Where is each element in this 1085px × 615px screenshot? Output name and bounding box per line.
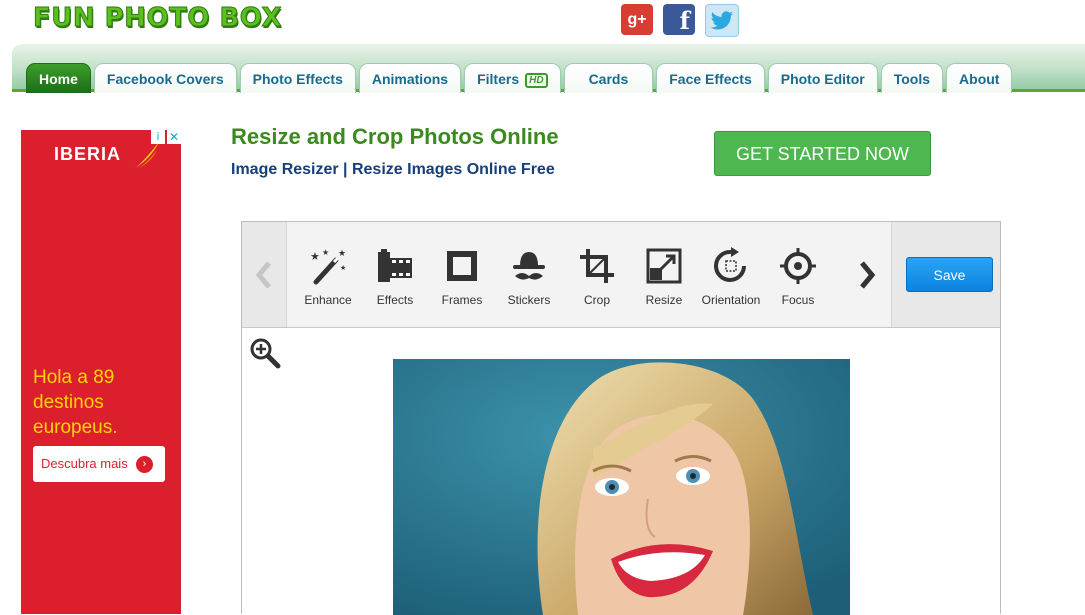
frame-icon [447, 251, 477, 281]
ad-close-icon[interactable]: ✕ [167, 130, 181, 144]
tool-strip: ★ ★ ★ ★ Enhance Effects Frames Stickers … [286, 222, 844, 327]
scroll-right-button[interactable] [843, 222, 892, 327]
tool-focus[interactable]: Focus [764, 246, 832, 307]
tool-enhance[interactable]: ★ ★ ★ ★ Enhance [294, 246, 362, 307]
ad-line-1: Hola a 89 [33, 367, 115, 388]
svg-text:★: ★ [310, 251, 320, 263]
tool-orientation[interactable]: Orientation [697, 246, 765, 307]
film-icon [378, 249, 412, 282]
tool-focus-label: Focus [781, 293, 815, 307]
ad-cta-label: Descubra mais [41, 456, 128, 471]
tab-about[interactable]: About [946, 63, 1013, 93]
tab-facebook-covers[interactable]: Facebook Covers [93, 63, 237, 93]
scroll-left-button[interactable] [242, 222, 286, 327]
chevron-right-icon [860, 260, 876, 289]
tab-cards[interactable]: Cards [563, 63, 654, 93]
photo-editor: ★ ★ ★ ★ Enhance Effects Frames Stickers … [241, 221, 1001, 615]
save-button[interactable]: Save [906, 257, 993, 292]
tool-resize-label: Resize [645, 293, 683, 307]
nav-tabs: Home Facebook Covers Photo Effects Anima… [26, 63, 1013, 93]
tool-crop-label: Crop [583, 293, 610, 307]
twitter-icon[interactable] [705, 4, 739, 37]
zoom-in-icon [250, 338, 281, 369]
ad-cta-button[interactable]: Descubra mais › [33, 446, 165, 482]
ad-line-2: destinos [33, 392, 104, 413]
resize-icon [646, 248, 682, 284]
tool-effects-label: Effects [376, 293, 414, 307]
arrow-right-icon: › [136, 456, 153, 473]
editor-toolbar: ★ ★ ★ ★ Enhance Effects Frames Stickers … [242, 222, 1000, 328]
photo-canvas[interactable] [393, 359, 850, 615]
portrait-image [393, 359, 850, 615]
zoom-in-button[interactable] [249, 337, 281, 374]
tab-photo-editor[interactable]: Photo Editor [767, 63, 878, 93]
page-subtitle: Image Resizer | Resize Images Online Fre… [231, 161, 555, 178]
ad-line-3: europeus. [33, 417, 118, 438]
ad-brand-logo: IBERIA [54, 144, 122, 164]
chevron-left-icon [255, 260, 271, 289]
tool-frames-label: Frames [441, 293, 483, 307]
tool-stickers-label: Stickers [507, 293, 551, 307]
tool-resize[interactable]: Resize [630, 246, 698, 307]
magic-wand-icon: ★ ★ ★ ★ [310, 248, 346, 285]
target-icon [780, 248, 816, 284]
tool-stickers[interactable]: Stickers [495, 246, 563, 307]
tool-orientation-label: Orientation [701, 293, 761, 307]
tab-animations[interactable]: Animations [358, 63, 462, 93]
svg-text:★: ★ [338, 248, 346, 258]
facebook-icon[interactable]: f [663, 4, 695, 35]
crop-icon [580, 249, 614, 283]
tool-enhance-label: Enhance [304, 293, 352, 307]
google-plus-icon[interactable]: g+ [621, 4, 653, 35]
tab-filters-label: Filters [477, 71, 520, 87]
page-title: Resize and Crop Photos Online [231, 124, 559, 149]
main-navigation: Home Facebook Covers Photo Effects Anima… [12, 44, 1085, 94]
tool-crop[interactable]: Crop [563, 246, 631, 307]
rotate-icon [714, 247, 746, 282]
ad-info-icon[interactable]: i [151, 130, 165, 144]
site-logo[interactable]: FUN PHOTO BOX [32, 3, 282, 34]
tab-home[interactable]: Home [26, 63, 91, 93]
sidebar-advertisement[interactable]: IBERIA i ✕ Hola a 89 destinos europeus. … [21, 130, 181, 614]
ad-swoosh-icon [135, 142, 159, 168]
tool-frames[interactable]: Frames [428, 246, 496, 307]
tab-photo-effects[interactable]: Photo Effects [239, 63, 356, 93]
tab-tools[interactable]: Tools [880, 63, 944, 93]
hd-badge: HD [525, 72, 548, 88]
tab-filters[interactable]: Filters HD [464, 63, 561, 93]
get-started-button[interactable]: GET STARTED NOW [714, 131, 931, 176]
svg-text:★: ★ [322, 248, 329, 257]
tool-effects[interactable]: Effects [361, 246, 429, 307]
hat-mustache-icon [513, 252, 545, 280]
tab-face-effects[interactable]: Face Effects [656, 63, 765, 93]
svg-text:★: ★ [340, 264, 346, 272]
ad-copy: Hola a 89 destinos europeus. [33, 365, 118, 440]
